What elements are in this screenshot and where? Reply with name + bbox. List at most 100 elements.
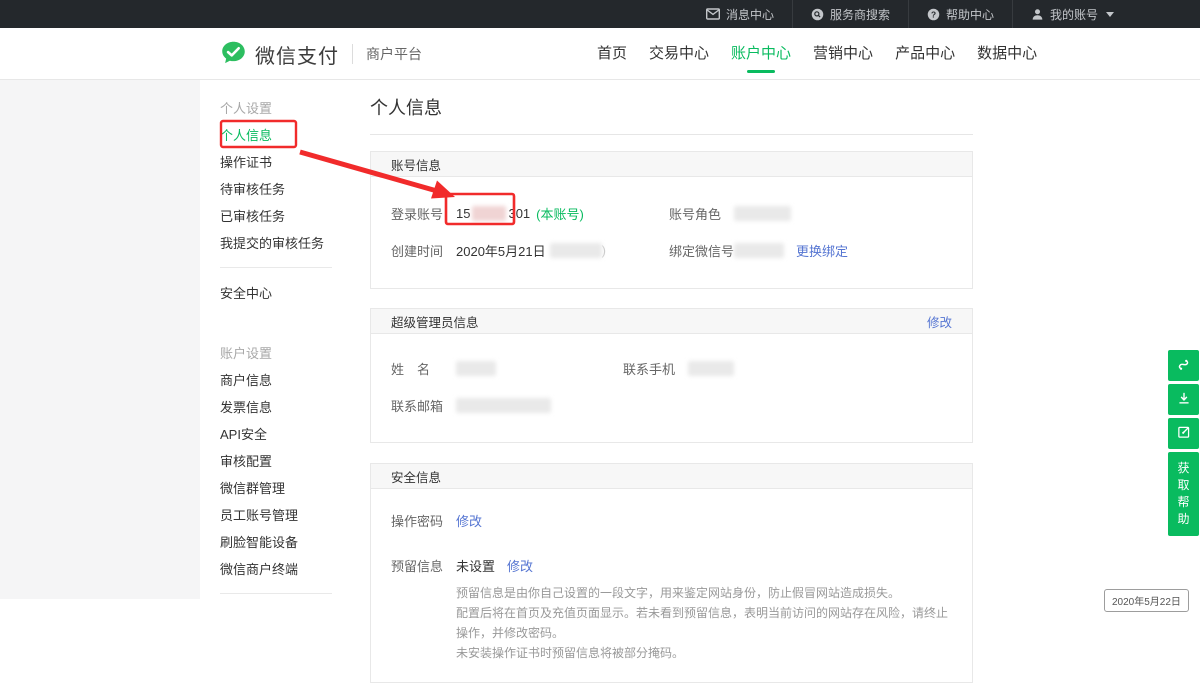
login-account-field: 登录账号 15 301 (本账号) — [391, 204, 669, 223]
left-gray-strip — [0, 80, 200, 599]
brand-portal-label: 商户平台 — [366, 44, 422, 64]
user-icon — [1031, 8, 1044, 21]
created-time-field: 创建时间 2020年5月21日 ) — [391, 241, 669, 260]
sidebar-divider — [220, 267, 332, 268]
panel-security-header: 安全信息 — [371, 464, 972, 489]
sidebar-item-personal-info[interactable]: 个人信息 — [220, 121, 332, 148]
sidebar-item-merchant-info[interactable]: 商户信息 — [220, 366, 332, 393]
mail-icon — [706, 8, 720, 20]
sidebar-item-wechat-group-mgmt[interactable]: 微信群管理 — [220, 474, 332, 501]
reserve-info-field: 预留信息 未设置 修改 — [391, 556, 952, 575]
nav-item-product-center[interactable]: 产品中心 — [891, 28, 959, 80]
brand-name: 微信支付 — [255, 40, 339, 69]
panel-title: 超级管理员信息 — [391, 312, 479, 331]
svg-text:?: ? — [931, 9, 936, 19]
account-row-2: 创建时间 2020年5月21日 ) 绑定微信号 更换绑定 — [391, 241, 952, 260]
login-account-label: 登录账号 — [391, 204, 456, 223]
created-time-label: 创建时间 — [391, 241, 456, 260]
sidebar-item-api-security[interactable]: API安全 — [220, 420, 332, 447]
operation-password-label: 操作密码 — [391, 511, 456, 530]
admin-row-2: 联系邮箱 — [391, 396, 952, 415]
topbar-item-provider-search[interactable]: 服务商搜索 — [792, 0, 908, 28]
admin-row-1: 姓 名 联系手机 — [391, 359, 952, 378]
brand: 微信支付 商户平台 — [220, 28, 422, 80]
admin-phone-label: 联系手机 — [623, 359, 688, 378]
panel-account-info-header: 账号信息 — [371, 152, 972, 177]
topbar-menu: 消息中心 服务商搜索 ? 帮助中心 我的账号 — [688, 0, 1132, 28]
account-role-label: 账号角色 — [669, 204, 734, 223]
created-date: 2020年5月21日 — [456, 241, 546, 260]
bound-wechat-field: 绑定微信号 更换绑定 — [669, 241, 952, 260]
login-account-prefix: 15 — [456, 206, 470, 221]
header: 微信支付 商户平台 首页 交易中心 账户中心 营销中心 产品中心 数据中心 — [0, 28, 1200, 80]
feedback-edit-icon-button[interactable] — [1168, 418, 1199, 449]
topbar-item-label: 我的账号 — [1050, 6, 1098, 23]
panel-title: 安全信息 — [391, 467, 441, 486]
bound-wechat-label: 绑定微信号 — [669, 241, 734, 260]
sidebar-item-security-center[interactable]: 安全中心 — [220, 279, 332, 306]
account-role-field: 账号角色 — [669, 204, 952, 223]
wechat-pay-bubble-icon — [220, 40, 247, 69]
link-icon — [1175, 356, 1192, 376]
panel-super-admin-info: 超级管理员信息 修改 姓 名 联系手机 联系邮箱 — [370, 308, 973, 443]
topbar-item-my-account[interactable]: 我的账号 — [1012, 0, 1132, 28]
feedback-edit-icon — [1176, 424, 1192, 443]
current-account-tag: (本账号) — [536, 204, 584, 223]
reserve-modify-link[interactable]: 修改 — [507, 556, 533, 575]
nav-item-transaction-center[interactable]: 交易中心 — [645, 28, 713, 80]
nav-item-home[interactable]: 首页 — [593, 28, 631, 80]
wechat-pay-logo[interactable]: 微信支付 — [220, 40, 339, 69]
admin-email-label: 联系邮箱 — [391, 396, 456, 415]
operation-password-field: 操作密码 修改 — [391, 511, 952, 530]
sidebar-item-pending-review-tasks[interactable]: 待审核任务 — [220, 175, 332, 202]
redacted-admin-email — [456, 398, 551, 413]
sidebar-item-my-submitted-tasks[interactable]: 我提交的审核任务 — [220, 229, 332, 256]
date-chip: 2020年5月22日 — [1104, 589, 1189, 612]
search-circle-icon — [811, 8, 824, 21]
title-divider — [370, 134, 973, 135]
sidebar-item-reviewed-tasks[interactable]: 已审核任务 — [220, 202, 332, 229]
redacted-login-middle — [472, 206, 506, 221]
desc-line: 未安装操作证书时预留信息将被部分掩码。 — [456, 643, 952, 663]
sidebar-item-operation-certificate[interactable]: 操作证书 — [220, 148, 332, 175]
sidebar-item-wechat-merchant-terminal[interactable]: 微信商户终端 — [220, 555, 332, 582]
panel-account-info-body: 登录账号 15 301 (本账号) 账号角色 创建时间 — [371, 177, 972, 288]
admin-modify-link[interactable]: 修改 — [927, 312, 952, 331]
sidebar-item-invoice-info[interactable]: 发票信息 — [220, 393, 332, 420]
admin-name-label: 姓 名 — [391, 359, 456, 378]
redacted-admin-phone — [688, 361, 734, 376]
sidebar-item-face-smart-device[interactable]: 刷脸智能设备 — [220, 528, 332, 555]
change-binding-link[interactable]: 更换绑定 — [796, 241, 848, 260]
topbar-item-message-center[interactable]: 消息中心 — [688, 0, 792, 28]
nav-item-account-center[interactable]: 账户中心 — [727, 28, 795, 80]
topbar-item-label: 服务商搜索 — [830, 6, 890, 23]
admin-phone-field: 联系手机 — [623, 359, 952, 378]
download-icon-button[interactable] — [1168, 384, 1199, 415]
link-icon-button[interactable] — [1168, 350, 1199, 381]
nav-item-marketing-center[interactable]: 营销中心 — [809, 28, 877, 80]
panel-security-info: 安全信息 操作密码 修改 预留信息 未设置 修改 预留信息是由你自己设置的一段文… — [370, 463, 973, 683]
topbar-item-label: 帮助中心 — [946, 6, 994, 23]
chevron-down-icon — [1106, 12, 1114, 17]
sidebar-item-review-config[interactable]: 审核配置 — [220, 447, 332, 474]
main-nav: 首页 交易中心 账户中心 营销中心 产品中心 数据中心 — [593, 28, 1041, 80]
sidebar-item-staff-account-mgmt[interactable]: 员工账号管理 — [220, 501, 332, 528]
topbar-item-help-center[interactable]: ? 帮助中心 — [908, 0, 1012, 28]
desc-line: 配置后将在首页及充值页面显示。若未看到预留信息，表明当前访问的网站存在风险，请终… — [456, 603, 952, 643]
brand-separator — [352, 44, 353, 64]
reserve-status: 未设置 — [456, 556, 495, 575]
page-title: 个人信息 — [370, 94, 973, 120]
main-content: 个人信息 账号信息 登录账号 15 301 (本账号) 账号角色 — [370, 80, 973, 683]
nav-item-data-center[interactable]: 数据中心 — [973, 28, 1041, 80]
panel-title: 账号信息 — [391, 155, 441, 174]
created-paren: ) — [602, 243, 606, 258]
admin-email-field: 联系邮箱 — [391, 396, 623, 415]
sidebar-section-personal-settings: 个人设置 — [220, 94, 332, 121]
sidebar-divider — [220, 593, 332, 594]
get-help-button[interactable]: 获取帮助 — [1168, 452, 1199, 536]
get-help-label: 获取帮助 — [1177, 460, 1190, 528]
login-account-value: 15 301 (本账号) — [456, 204, 584, 223]
login-account-suffix: 301 — [508, 206, 530, 221]
sidebar-section-account-settings: 账户设置 — [220, 339, 332, 366]
password-modify-link[interactable]: 修改 — [456, 511, 482, 530]
